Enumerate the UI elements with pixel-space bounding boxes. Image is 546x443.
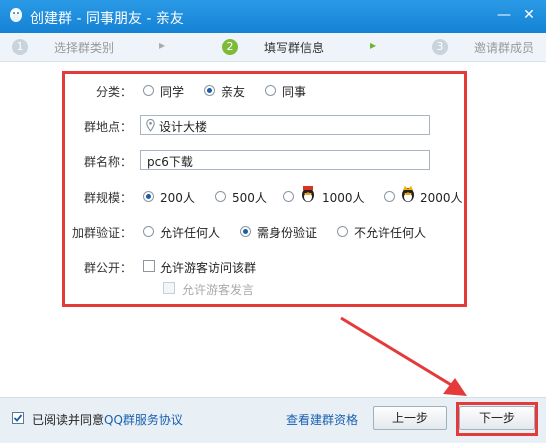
category-option-colleague[interactable]: 同事 [282, 83, 306, 100]
size-radio-1000[interactable] [283, 191, 294, 202]
annotation-arrow [340, 316, 467, 396]
category-radio-family[interactable] [204, 85, 215, 96]
category-option-classmate[interactable]: 同学 [160, 83, 184, 100]
step-indicator: 1 选择群类别 ▸ 2 填写群信息 ▸ 3 邀请群成员 [0, 33, 546, 62]
vip-penguin-gold-icon [402, 186, 414, 202]
category-radio-colleague[interactable] [265, 85, 276, 96]
location-input[interactable]: 设计大楼 [140, 115, 430, 135]
verify-option-nobody[interactable]: 不允许任何人 [354, 224, 426, 241]
window-title: 创建群 - 同事朋友 - 亲友 [30, 11, 184, 27]
agree-checkbox[interactable] [12, 412, 24, 424]
verify-radio-identity[interactable] [240, 226, 251, 237]
category-option-family[interactable]: 亲友 [221, 83, 245, 100]
allow-guest-visit-label[interactable]: 允许游客访问该群 [160, 259, 256, 276]
size-option-2000[interactable]: 2000人 [420, 189, 463, 206]
minimize-button[interactable]: — [493, 4, 515, 26]
next-button-highlight-box [456, 402, 538, 436]
verify-option-anyone[interactable]: 允许任何人 [160, 224, 220, 241]
size-option-500[interactable]: 500人 [232, 189, 267, 206]
qq-group-agreement-link[interactable]: QQ群服务协议 [104, 411, 183, 428]
previous-step-button[interactable]: 上一步 [373, 406, 447, 430]
view-qualification-link[interactable]: 查看建群资格 [286, 411, 358, 428]
size-radio-500[interactable] [215, 191, 226, 202]
group-name-input[interactable]: pc6下载 [140, 150, 430, 170]
size-radio-200[interactable] [143, 191, 154, 202]
category-label: 分类： [95, 85, 132, 99]
checkmark-icon [13, 414, 23, 422]
group-name-label: 群名称： [83, 155, 132, 169]
step-2-number: 2 [222, 39, 238, 55]
step-1-number: 1 [12, 39, 28, 55]
step-arrow-2: ▸ [370, 38, 377, 52]
size-option-1000[interactable]: 1000人 [322, 189, 365, 206]
agree-text: 已阅读并同意 [32, 413, 105, 427]
location-label: 群地点： [83, 120, 132, 134]
verify-option-identity[interactable]: 需身份验证 [257, 224, 317, 241]
step-3-label: 邀请群成员 [474, 41, 535, 55]
public-label: 群公开： [83, 261, 132, 275]
allow-guest-speak-checkbox [163, 282, 175, 294]
allow-guest-speak-label: 允许游客发言 [182, 283, 255, 297]
step-2-label: 填写群信息 [264, 41, 325, 55]
group-name-value: pc6下载 [147, 155, 193, 169]
title-bar: 创建群 - 同事朋友 - 亲友 — ✕ [0, 0, 546, 33]
allow-guest-visit-checkbox[interactable] [143, 260, 155, 272]
step-arrow-1: ▸ [159, 38, 166, 52]
vip-penguin-red-icon [302, 186, 314, 202]
location-pin-icon [146, 119, 155, 132]
close-button[interactable]: ✕ [518, 4, 540, 26]
location-value: 设计大楼 [159, 120, 208, 134]
size-radio-2000[interactable] [384, 191, 395, 202]
size-label: 群规模： [83, 191, 132, 205]
verify-radio-nobody[interactable] [337, 226, 348, 237]
qq-penguin-icon [10, 8, 22, 22]
verify-label: 加群验证： [71, 226, 132, 240]
step-1-label: 选择群类别 [54, 41, 115, 55]
size-option-200[interactable]: 200人 [160, 189, 195, 206]
step-3-number: 3 [432, 39, 448, 55]
category-radio-classmate[interactable] [143, 85, 154, 96]
verify-radio-anyone[interactable] [143, 226, 154, 237]
